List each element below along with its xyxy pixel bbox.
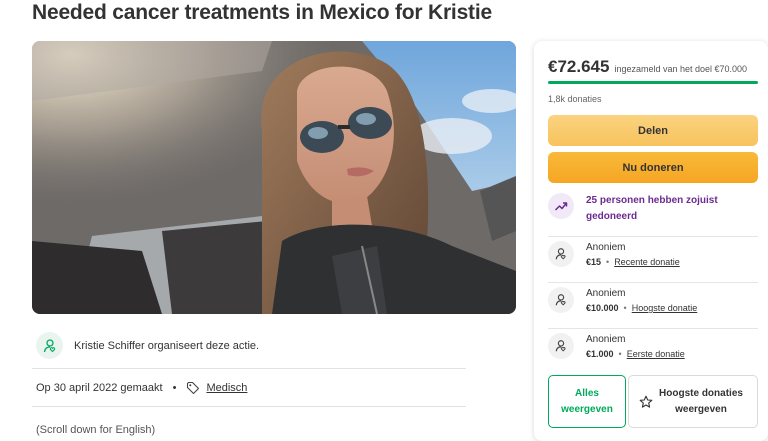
user-heart-icon [548,241,574,267]
donation-panel: €72.645 ingezameld van het doel €70.000 … [534,41,768,441]
donation-item: Anoniem €1.000 • Eerste donatie [548,333,758,359]
page-title: Needed cancer treatments in Mexico for K… [32,1,492,24]
created-date: Op 30 april 2022 gemaakt [36,382,163,394]
separator-dot: • [623,303,627,313]
separator-dot: • [618,349,622,359]
amount-raised: €72.645 [548,57,610,76]
donation-item: Anoniem €15 • Recente donatie [548,241,758,267]
campaign-photo-image [32,41,516,314]
amount-raised-row: €72.645 ingezameld van het doel €70.000 [548,57,747,77]
trending-up-icon [548,193,574,219]
donor-name: Anoniem [586,288,626,299]
donation-amount: €15 [586,257,602,267]
donation-item: Anoniem €10.000 • Hoogste donatie [548,287,758,313]
trending-text: 25 personen hebben zojuist gedoneerd [586,195,718,222]
divider [32,368,466,369]
tag-icon [186,381,200,395]
first-donation-link[interactable]: Eerste donatie [627,349,685,359]
donation-amount: €10.000 [586,303,619,313]
separator-dot: • [172,382,177,394]
see-all-button[interactable]: Alles weergeven [548,375,626,428]
campaign-photo[interactable] [32,41,516,314]
donor-name: Anoniem [586,334,626,345]
divider [548,236,758,237]
donor-name: Anoniem [586,242,626,253]
top-donations-button[interactable]: Hoogste donaties weergeven [628,375,758,428]
divider [32,406,466,407]
recent-donation-link[interactable]: Recente donatie [614,257,680,267]
organizer-text: Kristie Schiffer organiseert deze actie. [74,339,260,352]
description-text: (Scroll down for English) [36,424,156,436]
user-heart-icon [548,287,574,313]
category-link[interactable]: Medisch [206,382,247,394]
donation-amount: €1.000 [586,349,614,359]
goal-text: ingezameld van het doel €70.000 [614,64,748,74]
organizer-row: Kristie Schiffer organiseert deze actie. [36,332,259,359]
share-button[interactable]: Delen [548,115,758,146]
star-icon [639,395,653,409]
trending-notice: 25 personen hebben zojuist gedoneerd [548,193,758,225]
top-donations-label: Hoogste donaties weergeven [659,387,743,415]
divider [548,282,758,283]
user-heart-icon [548,333,574,359]
user-heart-icon [36,332,63,359]
divider [548,328,758,329]
progress-fill [548,81,758,84]
donate-button[interactable]: Nu doneren [548,152,758,183]
separator-dot: • [606,257,610,267]
donations-count: 1,8k donaties [548,94,602,104]
campaign-meta: Op 30 april 2022 gemaakt • Medisch [36,381,247,395]
progress-bar [548,81,758,84]
top-donation-link[interactable]: Hoogste donatie [632,303,698,313]
